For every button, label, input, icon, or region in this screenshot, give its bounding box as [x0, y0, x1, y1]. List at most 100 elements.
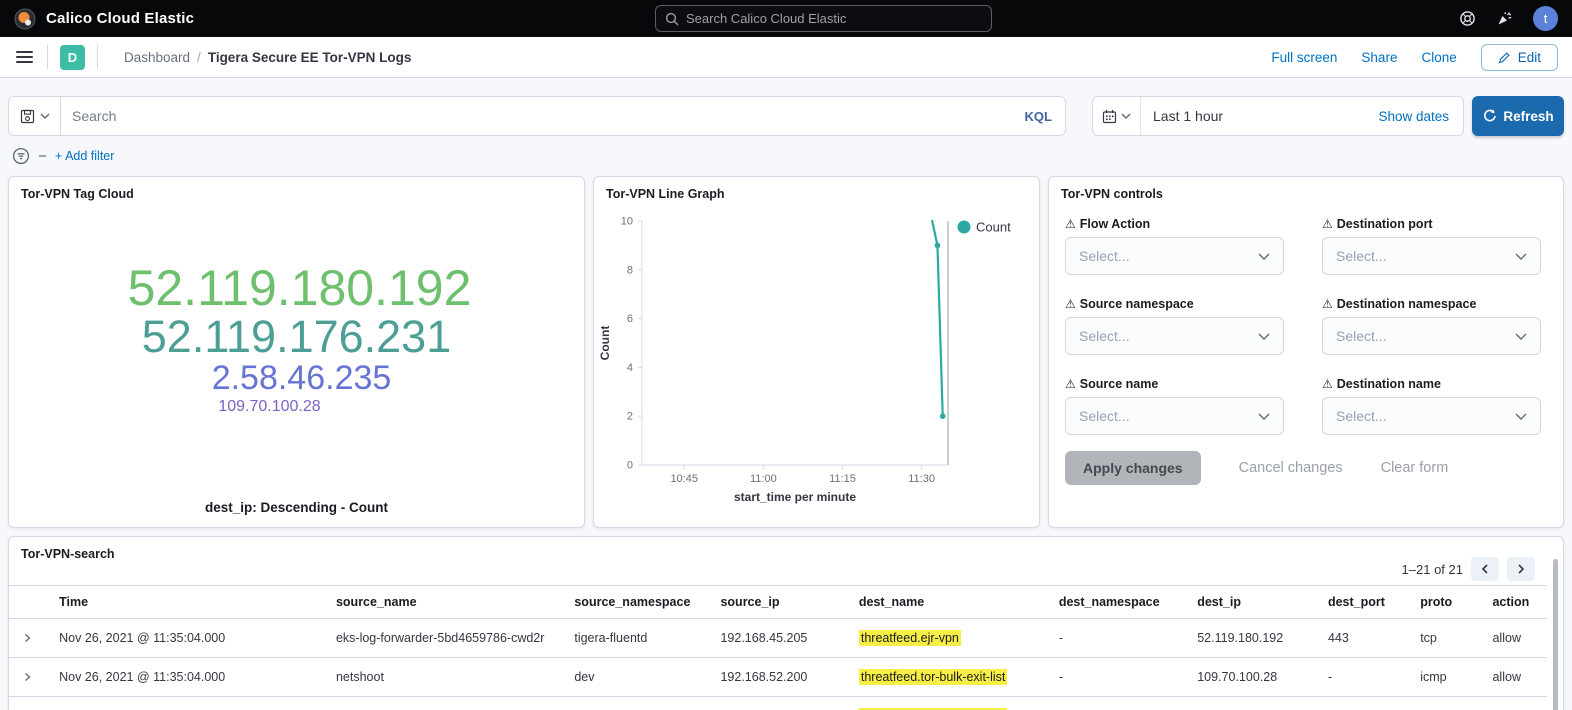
panel-title: Tor-VPN-search — [9, 537, 1563, 561]
table-row: Nov 26, 2021 @ 11:35:04.000eks-log-forwa… — [9, 619, 1547, 658]
svg-text:0: 0 — [627, 460, 633, 472]
column-header-source_name: source_name — [332, 586, 570, 619]
data-point — [935, 243, 941, 249]
cell-dest_ip: 52.119.180.192 — [1193, 619, 1324, 658]
table-row: Nov 26, 2021 @ 11:34:54.000netshootdev19… — [9, 697, 1547, 710]
breadcrumb-dashboard[interactable]: Dashboard — [124, 50, 190, 65]
source-namespace-select[interactable]: Select... — [1065, 317, 1284, 355]
column-header-source_ip: source_ip — [716, 586, 854, 619]
control-field: ⚠Flow Action Select... — [1065, 217, 1284, 275]
line-graph-panel: Tor-VPN Line Graph 024681010:4511:0011:1… — [593, 176, 1040, 528]
show-dates-button[interactable]: Show dates — [1378, 109, 1463, 124]
chevron-right-icon — [23, 633, 32, 643]
cell-action: allow — [1488, 619, 1547, 658]
destination-namespace-select[interactable]: Select... — [1322, 317, 1541, 355]
apply-changes-button[interactable]: Apply changes — [1065, 451, 1201, 485]
full-screen-button[interactable]: Full screen — [1271, 50, 1337, 65]
next-page-button[interactable] — [1507, 557, 1535, 581]
controls-panel: Tor-VPN controls ⚠Flow ActionSelect...⚠D… — [1048, 176, 1564, 528]
search-icon — [665, 12, 679, 26]
cell-source_ip: 192.168.52.200 — [716, 697, 854, 710]
save-query-icon — [20, 109, 35, 124]
tag-cloud-term[interactable]: 109.70.100.28 — [218, 399, 320, 416]
expand-row-button[interactable] — [9, 697, 55, 710]
calico-logo-icon — [14, 8, 36, 30]
expand-row-button[interactable] — [9, 619, 55, 658]
svg-text:10:45: 10:45 — [670, 473, 698, 485]
control-field: ⚠Destination port Select... — [1322, 217, 1541, 275]
panel-title: Tor-VPN controls — [1049, 177, 1563, 201]
svg-text:4: 4 — [627, 362, 633, 374]
global-search-input[interactable] — [686, 11, 982, 26]
column-header-dest_name: dest_name — [855, 586, 1055, 619]
nav-bar: D Dashboard / Tigera Secure EE Tor-VPN L… — [0, 37, 1572, 78]
cell-time: Nov 26, 2021 @ 11:35:04.000 — [55, 619, 332, 658]
line-chart: 024681010:4511:0011:1511:30Countstart_ti… — [598, 205, 1035, 517]
cell-source_namespace: dev — [570, 658, 716, 697]
global-search[interactable] — [655, 5, 992, 32]
control-label: ⚠Destination namespace — [1322, 297, 1541, 311]
tag-cloud-term[interactable]: 2.58.46.235 — [212, 361, 392, 396]
query-language-toggle[interactable]: KQL — [1012, 109, 1065, 124]
control-label: ⚠Destination port — [1322, 217, 1541, 231]
y-axis-label: Count — [598, 326, 612, 361]
kql-search-input[interactable] — [61, 108, 1012, 124]
divider — [47, 45, 48, 69]
chevron-down-icon — [1515, 333, 1527, 340]
cell-source_namespace: tigera-fluentd — [570, 619, 716, 658]
table-scrollbar[interactable] — [1553, 559, 1558, 710]
refresh-button[interactable]: Refresh — [1472, 96, 1564, 136]
edit-button[interactable]: Edit — [1481, 44, 1558, 71]
app-title: Calico Cloud Elastic — [46, 10, 194, 27]
warning-icon: ⚠ — [1322, 377, 1333, 391]
control-field: ⚠Destination namespace Select... — [1322, 297, 1541, 355]
svg-text:2: 2 — [627, 411, 633, 423]
legend-count-label: Count — [976, 220, 1011, 235]
control-field: ⚠Source namespace Select... — [1065, 297, 1284, 355]
help-icon[interactable] — [1459, 10, 1476, 27]
dashboard-badge[interactable]: D — [60, 45, 85, 70]
controls-grid: ⚠Flow Action Select... ⚠Destination port Se… — [1049, 201, 1563, 435]
tag-cloud-term[interactable]: 52.119.180.192 — [128, 262, 472, 314]
cell-source_name: eks-log-forwarder-5bd4659786-cwd2r — [332, 619, 570, 658]
control-label: ⚠Flow Action — [1065, 217, 1284, 231]
newsfeed-party-popper-icon[interactable] — [1496, 10, 1513, 27]
chevron-right-icon — [23, 672, 32, 682]
menu-icon[interactable] — [14, 47, 35, 67]
cancel-changes-button[interactable]: Cancel changes — [1239, 460, 1343, 476]
tag-cloud-term[interactable]: 52.119.176.231 — [142, 314, 451, 361]
table-body: Nov 26, 2021 @ 11:35:04.000eks-log-forwa… — [9, 619, 1547, 710]
divider — [97, 45, 98, 69]
saved-query-menu[interactable] — [9, 97, 61, 135]
svg-text:11:15: 11:15 — [829, 473, 856, 485]
destination-port-select[interactable]: Select... — [1322, 237, 1541, 275]
destination-name-select[interactable]: Select... — [1322, 397, 1541, 435]
control-label: ⚠Destination name — [1322, 377, 1541, 391]
app-header: Calico Cloud Elastic t — [0, 0, 1572, 37]
data-point — [940, 413, 946, 419]
chevron-down-icon — [1515, 253, 1527, 260]
prev-page-button[interactable] — [1471, 557, 1499, 581]
expand-row-button[interactable] — [9, 658, 55, 697]
warning-icon: ⚠ — [1065, 377, 1076, 391]
chevron-down-icon — [1258, 253, 1270, 260]
user-avatar[interactable]: t — [1533, 6, 1558, 31]
clear-form-button[interactable]: Clear form — [1381, 460, 1449, 476]
control-label: ⚠Source namespace — [1065, 297, 1284, 311]
highlighted-dest-name: threatfeed.tor-bulk-exit-list — [859, 669, 1008, 685]
query-bar: KQL — [8, 96, 1066, 136]
quick-select-menu[interactable] — [1093, 97, 1141, 135]
search-table-panel: Tor-VPN-search 1–21 of 21 Timesource_nam… — [8, 536, 1564, 710]
x-axis-label: start_time per minute — [734, 490, 856, 504]
breadcrumb-current: Tigera Secure EE Tor-VPN Logs — [208, 50, 412, 65]
source-name-select[interactable]: Select... — [1065, 397, 1284, 435]
cell-action: allow — [1488, 697, 1547, 710]
column-header-dest_port: dest_port — [1324, 586, 1416, 619]
calendar-icon — [1102, 109, 1117, 124]
time-range-value[interactable]: Last 1 hour — [1141, 108, 1378, 124]
clone-button[interactable]: Clone — [1421, 50, 1456, 65]
cell-proto: icmp — [1416, 697, 1488, 710]
flow-action-select[interactable]: Select... — [1065, 237, 1284, 275]
share-button[interactable]: Share — [1361, 50, 1397, 65]
cell-source_name: netshoot — [332, 658, 570, 697]
